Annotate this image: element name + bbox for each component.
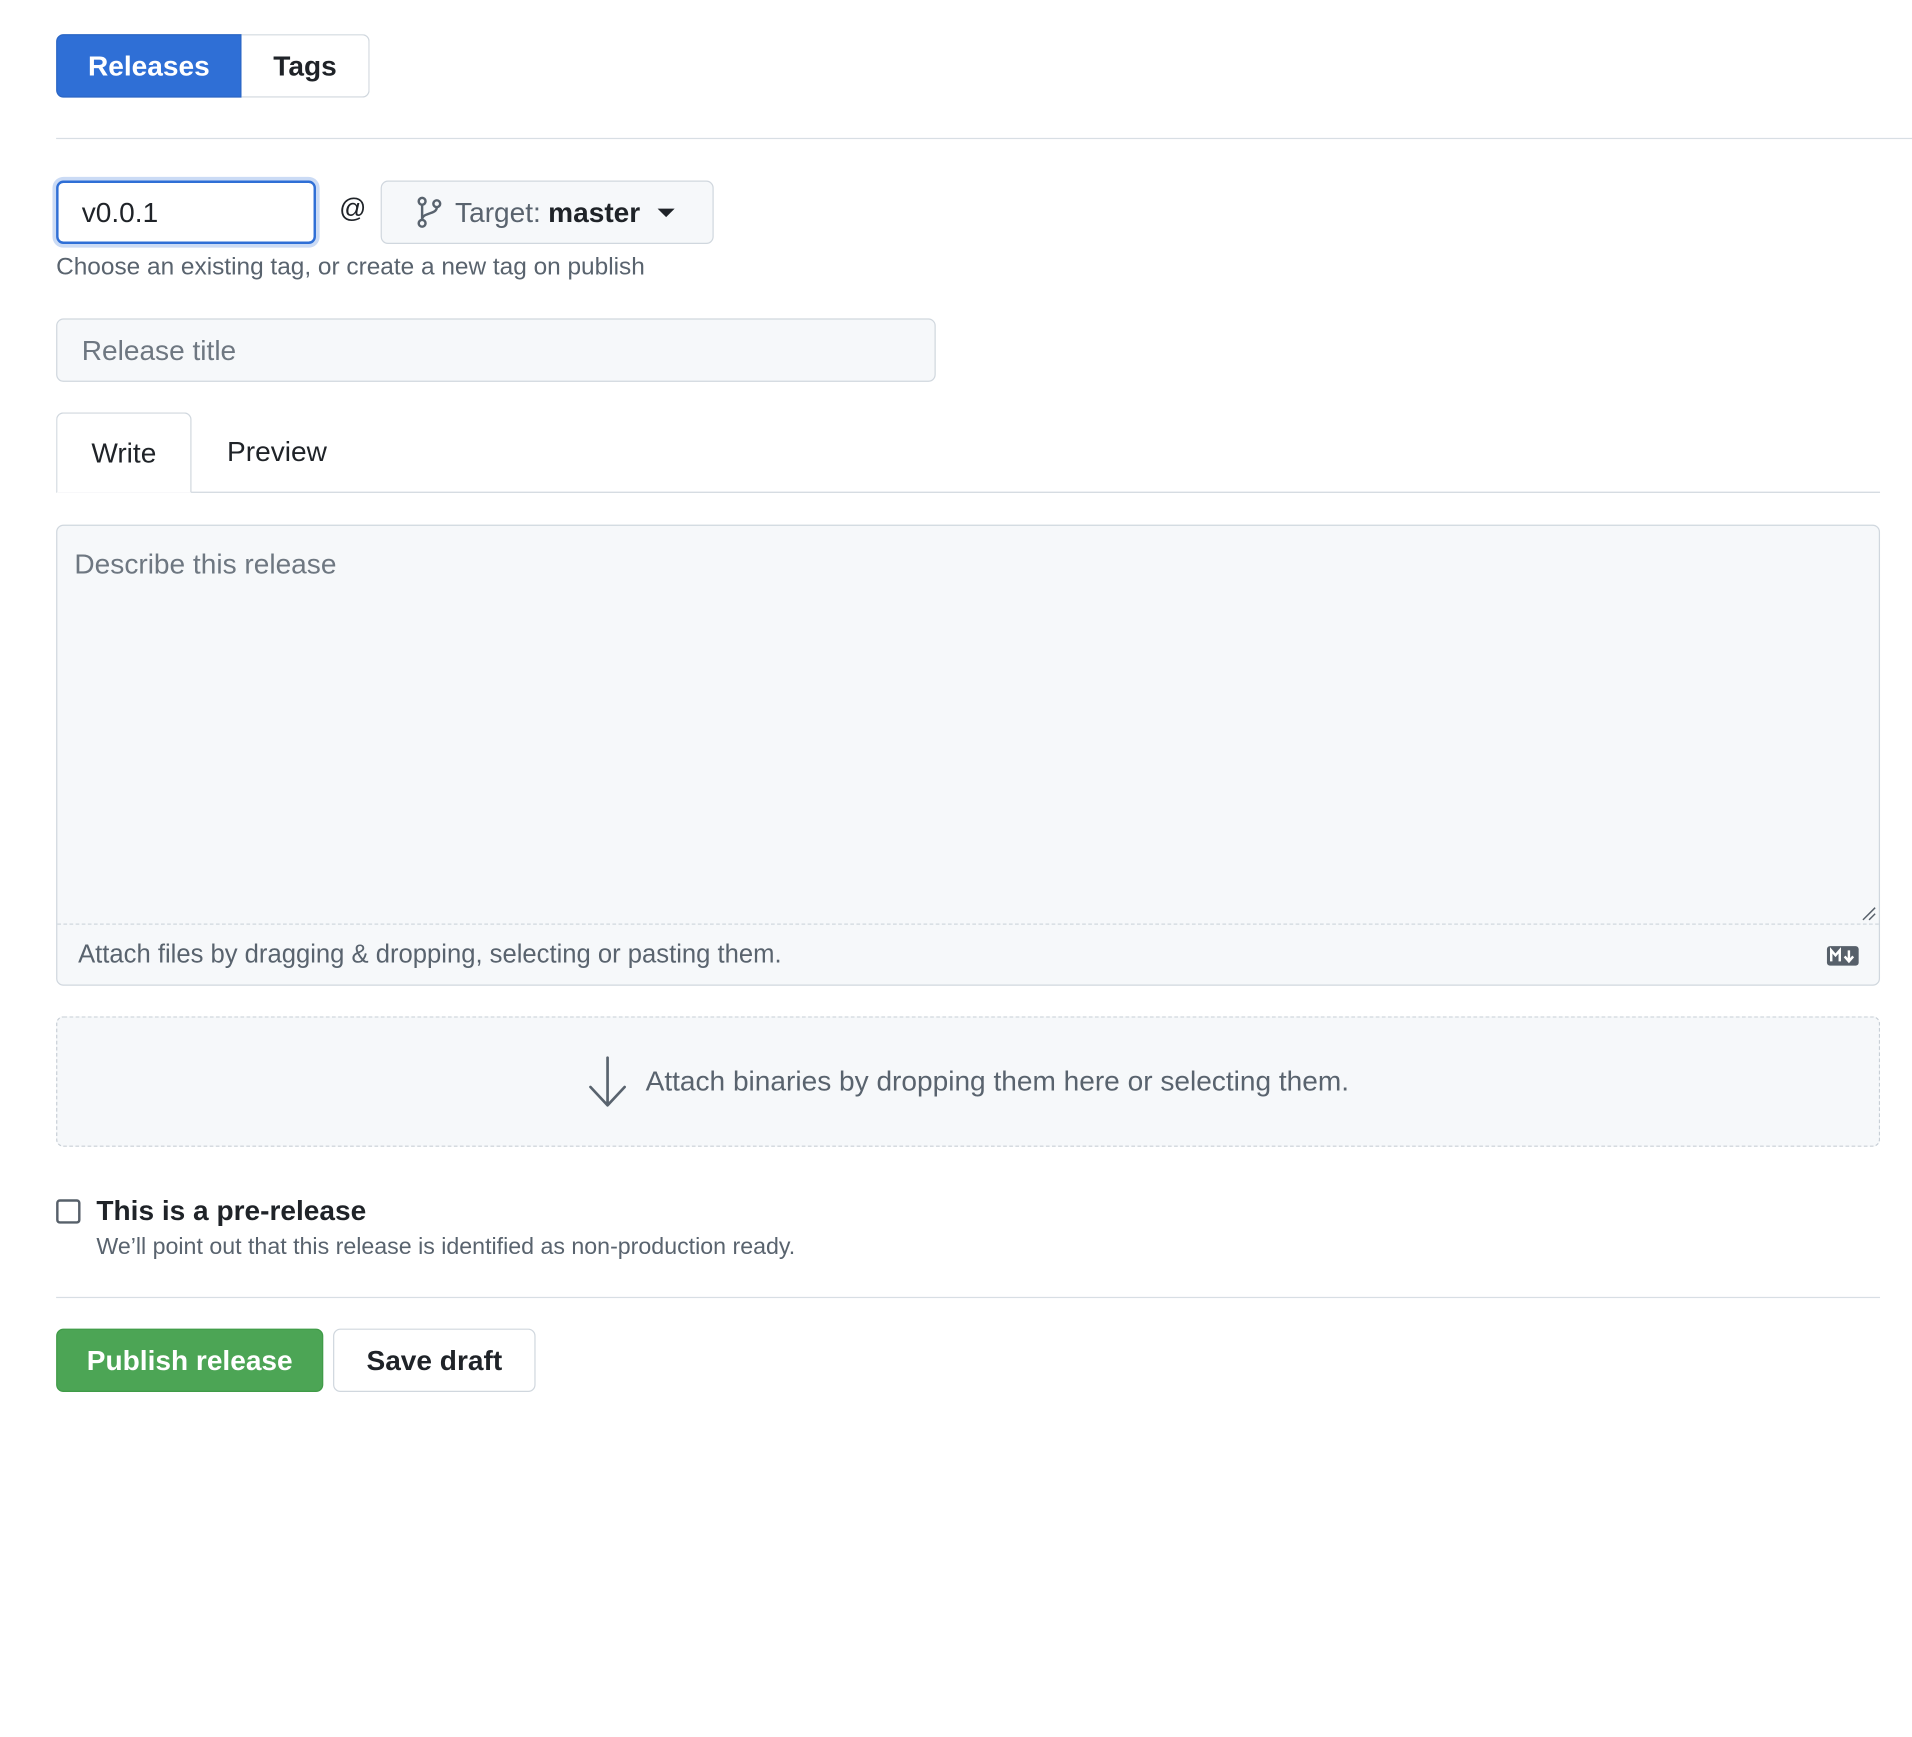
target-prefix-label: Target: (455, 195, 541, 228)
description-textarea[interactable] (57, 525, 1879, 924)
git-branch-icon (417, 196, 442, 228)
releases-tab-button[interactable]: Releases (56, 34, 242, 98)
caret-down-icon (657, 208, 675, 217)
prerelease-checkbox[interactable] (56, 1199, 81, 1224)
binaries-dropzone-text: Attach binaries by dropping them here or… (645, 1065, 1350, 1097)
releases-tags-switcher: Releases Tags (56, 34, 370, 98)
markdown-icon (1826, 946, 1859, 966)
footer-divider (56, 1296, 1881, 1299)
arrow-down-icon (589, 1055, 627, 1107)
tag-input[interactable] (56, 180, 316, 244)
attach-files-bar[interactable]: Attach files by dragging & dropping, sel… (57, 923, 1879, 986)
prerelease-help-text: We’ll point out that this release is ide… (96, 1234, 796, 1261)
release-form-page: Releases Tags @ Target: master Choose an… (0, 0, 1912, 1737)
description-editor: Attach files by dragging & dropping, sel… (56, 524, 1881, 986)
prerelease-label[interactable]: This is a pre-release (96, 1194, 366, 1227)
tags-tab-button[interactable]: Tags (241, 34, 370, 98)
resize-handle-icon[interactable] (1862, 906, 1877, 921)
release-title-input[interactable] (56, 318, 936, 382)
save-draft-button[interactable]: Save draft (333, 1328, 536, 1393)
at-symbol: @ (339, 192, 367, 224)
target-branch-dropdown[interactable]: Target: master (380, 180, 714, 244)
publish-release-button[interactable]: Publish release (56, 1328, 324, 1393)
header-divider (56, 137, 1912, 140)
target-branch-label: master (548, 195, 641, 228)
tab-preview[interactable]: Preview (192, 412, 363, 491)
attach-files-text: Attach files by dragging & dropping, sel… (78, 940, 782, 969)
binaries-dropzone[interactable]: Attach binaries by dropping them here or… (56, 1016, 1881, 1147)
editor-tabs: Write Preview (56, 412, 1881, 493)
tag-help-text: Choose an existing tag, or create a new … (56, 253, 645, 281)
tab-write[interactable]: Write (56, 412, 192, 493)
